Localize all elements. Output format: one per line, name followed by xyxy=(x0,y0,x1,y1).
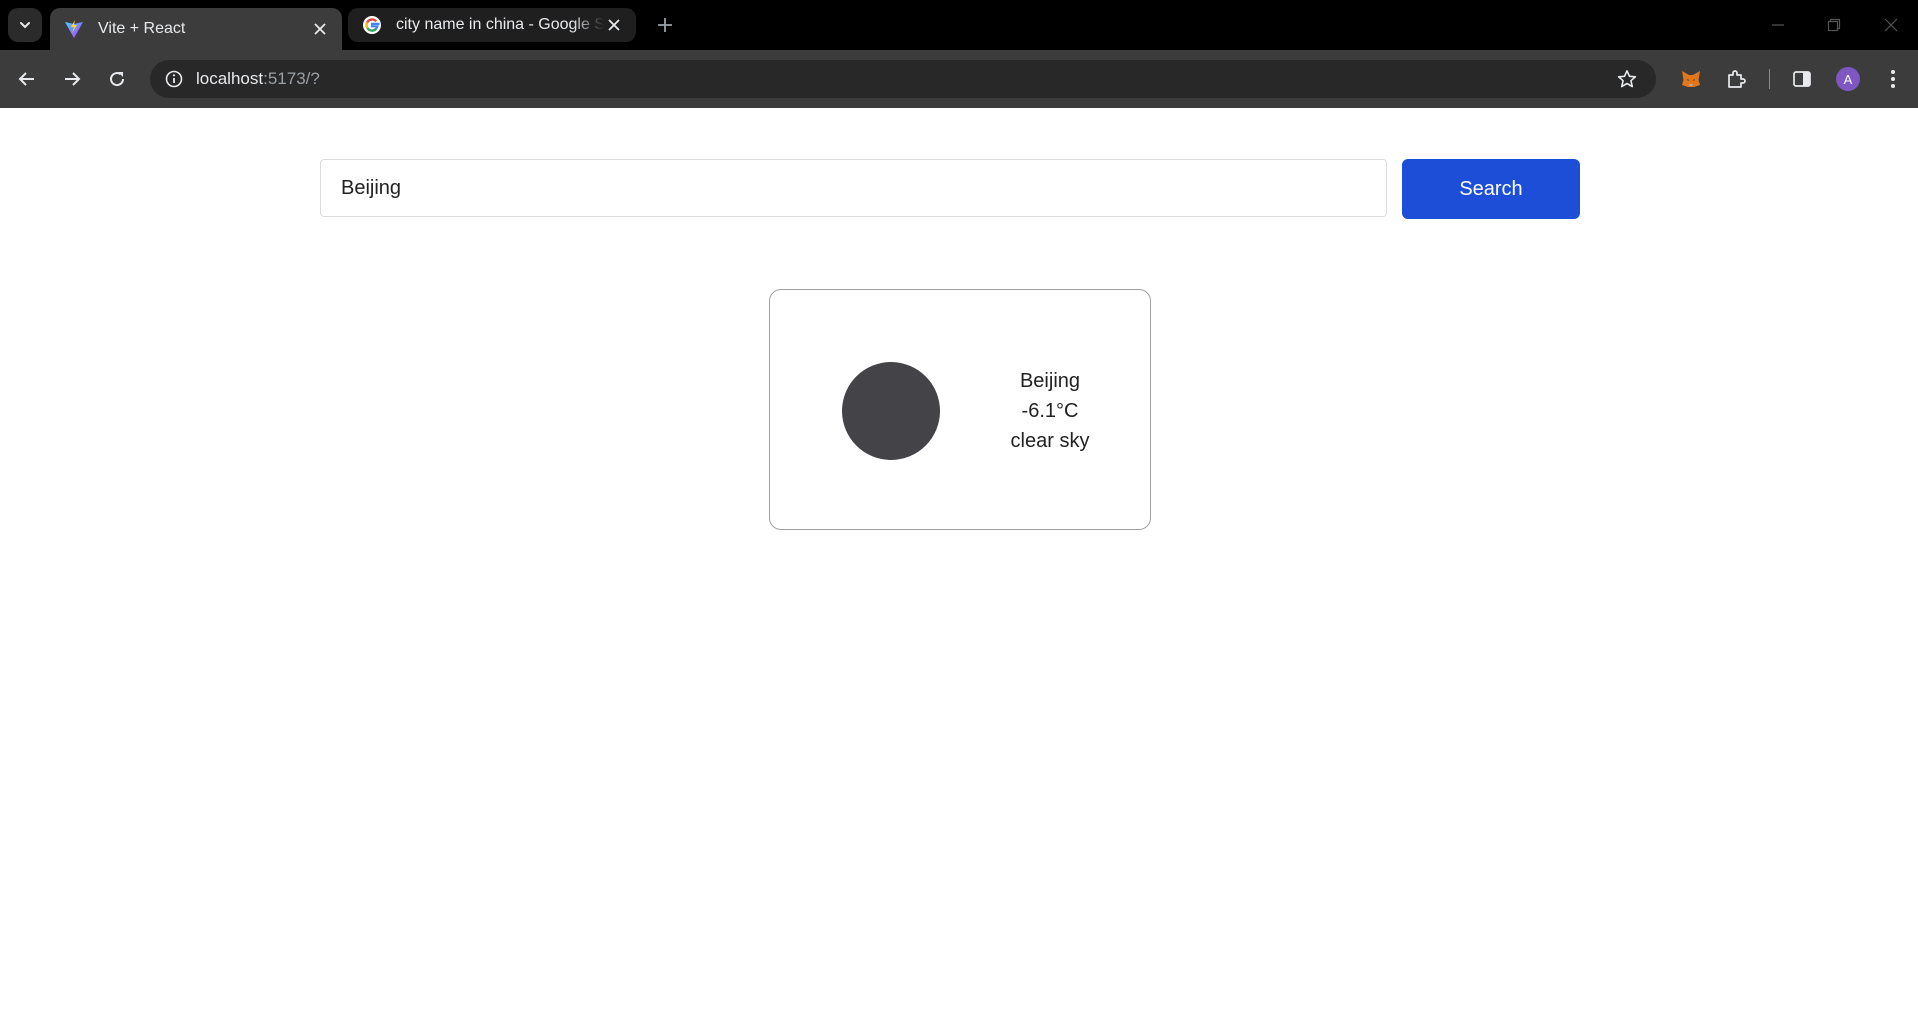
reload-icon xyxy=(110,72,125,87)
plus-icon xyxy=(658,18,672,32)
tab-vite-react[interactable]: Vite + React xyxy=(50,8,342,50)
weather-condition-icon xyxy=(842,362,940,460)
profile-avatar[interactable]: A xyxy=(1836,67,1860,91)
bookmark-star-icon[interactable] xyxy=(1614,66,1640,92)
restore-button[interactable] xyxy=(1819,12,1849,38)
google-icon xyxy=(362,15,382,35)
city-name: Beijing xyxy=(1019,370,1081,392)
tab-title: city name in china - Google Search xyxy=(396,16,604,33)
close-icon xyxy=(1884,18,1898,32)
address-host: localhost xyxy=(196,69,264,88)
search-button[interactable]: Search xyxy=(1402,159,1580,219)
weather-info: Beijing -6.1°C clear sky xyxy=(995,366,1105,456)
metamask-extension-icon[interactable] xyxy=(1676,64,1706,94)
chevron-down-icon xyxy=(20,22,30,29)
site-info-icon[interactable] xyxy=(160,65,188,93)
address-path: :5173/? xyxy=(263,69,320,88)
close-icon[interactable] xyxy=(310,19,330,39)
app-page: Search Beijing -6.1°C clear sky xyxy=(0,108,1918,1015)
tab-search-button[interactable] xyxy=(8,8,42,42)
extensions-puzzle-icon[interactable] xyxy=(1721,64,1751,94)
tab-google-search[interactable]: city name in china - Google Search xyxy=(348,8,636,42)
arrow-left-icon xyxy=(18,72,34,86)
tab-title: Vite + React xyxy=(98,20,186,37)
close-window-button[interactable] xyxy=(1876,12,1906,38)
restore-icon xyxy=(1827,18,1841,32)
weather-description: clear sky xyxy=(1010,430,1090,452)
tab-strip: Vite + React city name in china - Google… xyxy=(0,0,1918,50)
minimize-icon xyxy=(1772,24,1784,26)
side-panel-icon[interactable] xyxy=(1787,64,1817,94)
vite-icon xyxy=(64,19,84,39)
browser-toolbar: localhost:5173/? xyxy=(0,50,1918,108)
minimize-button[interactable] xyxy=(1763,12,1793,38)
weather-card: Beijing -6.1°C clear sky xyxy=(769,289,1151,530)
close-icon[interactable] xyxy=(604,15,624,35)
back-button[interactable] xyxy=(11,63,43,95)
city-search-input[interactable] xyxy=(320,159,1387,217)
toolbar-separator xyxy=(1769,69,1770,89)
forward-button[interactable] xyxy=(56,63,88,95)
reload-button[interactable] xyxy=(101,63,133,95)
address-bar[interactable]: localhost:5173/? xyxy=(150,60,1656,98)
new-tab-button[interactable] xyxy=(652,12,678,38)
kebab-menu-icon[interactable] xyxy=(1878,64,1908,94)
temperature: -6.1°C xyxy=(1021,400,1079,422)
arrow-right-icon xyxy=(65,72,81,86)
address-url: localhost:5173/? xyxy=(196,69,320,89)
